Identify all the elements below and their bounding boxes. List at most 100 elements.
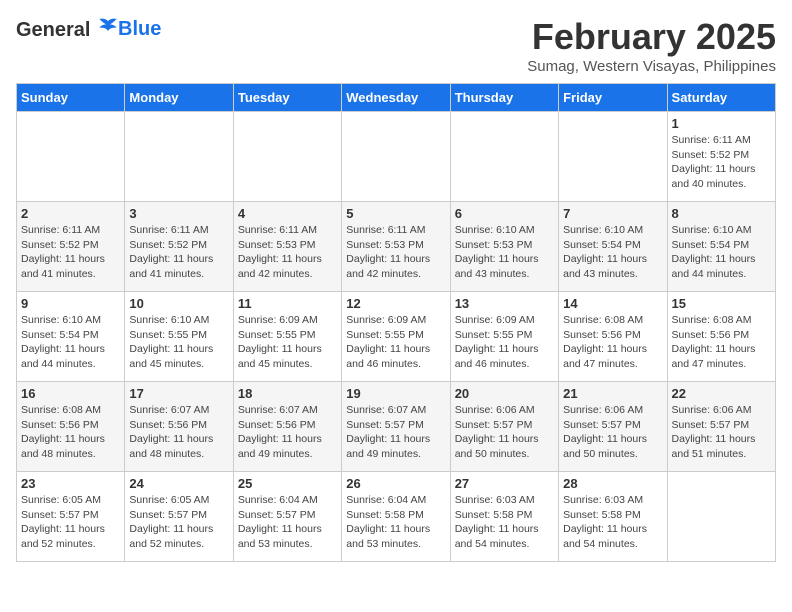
calendar-header-row: SundayMondayTuesdayWednesdayThursdayFrid… <box>17 84 776 112</box>
calendar-cell: 27Sunrise: 6:03 AM Sunset: 5:58 PM Dayli… <box>450 472 558 562</box>
day-number: 15 <box>672 296 771 311</box>
calendar-cell: 6Sunrise: 6:10 AM Sunset: 5:53 PM Daylig… <box>450 202 558 292</box>
logo-general-text: General <box>16 19 90 41</box>
calendar-cell: 7Sunrise: 6:10 AM Sunset: 5:54 PM Daylig… <box>559 202 667 292</box>
day-info: Sunrise: 6:11 AM Sunset: 5:52 PM Dayligh… <box>21 223 120 282</box>
day-info: Sunrise: 6:10 AM Sunset: 5:54 PM Dayligh… <box>21 313 120 372</box>
day-info: Sunrise: 6:05 AM Sunset: 5:57 PM Dayligh… <box>21 493 120 552</box>
calendar-cell <box>233 112 341 202</box>
weekday-header-thursday: Thursday <box>450 84 558 112</box>
day-number: 6 <box>455 206 554 221</box>
calendar-cell: 17 Sunrise: 6:07 AM Sunset: 5:56 PM Dayli… <box>125 382 233 472</box>
day-number: 16 <box>21 386 120 401</box>
calendar-cell <box>559 112 667 202</box>
day-number: 26 <box>346 476 445 491</box>
calendar-week-row: 1 Sunrise: 6:11 AM Sunset: 5:52 PM Daylig… <box>17 112 776 202</box>
day-info: Sunrise: 6:07 AM Sunset: 5:56 PM Dayligh… <box>129 403 228 462</box>
calendar-cell: 1 Sunrise: 6:11 AM Sunset: 5:52 PM Daylig… <box>667 112 775 202</box>
day-info: Sunrise: 6:06 AM Sunset: 5:57 PM Dayligh… <box>455 403 554 462</box>
logo-bird-icon <box>98 16 118 36</box>
day-number: 17 <box>129 386 228 401</box>
calendar-cell <box>342 112 450 202</box>
day-number: 10 <box>129 296 228 311</box>
calendar-cell: 2 Sunrise: 6:11 AM Sunset: 5:52 PM Daylig… <box>17 202 125 292</box>
day-number: 24 <box>129 476 228 491</box>
logo-blue-text: Blue <box>118 18 161 41</box>
day-number: 3 <box>129 206 228 221</box>
day-info: Sunrise: 6:10 AM Sunset: 5:54 PM Dayligh… <box>672 223 771 282</box>
calendar-week-row: 2 Sunrise: 6:11 AM Sunset: 5:52 PM Daylig… <box>17 202 776 292</box>
day-number: 8 <box>672 206 771 221</box>
month-title: February 2025 <box>527 16 776 58</box>
day-number: 18 <box>238 386 337 401</box>
day-number: 4 <box>238 206 337 221</box>
weekday-header-monday: Monday <box>125 84 233 112</box>
day-info: Sunrise: 6:03 AM Sunset: 5:58 PM Dayligh… <box>563 493 662 552</box>
day-info: Sunrise: 6:09 AM Sunset: 5:55 PM Dayligh… <box>455 313 554 372</box>
day-number: 21 <box>563 386 662 401</box>
calendar-cell: 9Sunrise: 6:10 AM Sunset: 5:54 PM Daylig… <box>17 292 125 382</box>
day-number: 12 <box>346 296 445 311</box>
calendar-cell: 21 Sunrise: 6:06 AM Sunset: 5:57 PM Dayli… <box>559 382 667 472</box>
calendar-cell: 16 Sunrise: 6:08 AM Sunset: 5:56 PM Dayli… <box>17 382 125 472</box>
day-number: 1 <box>672 116 771 131</box>
day-info: Sunrise: 6:10 AM Sunset: 5:55 PM Dayligh… <box>129 313 228 372</box>
calendar-cell: 10 Sunrise: 6:10 AM Sunset: 5:55 PM Dayli… <box>125 292 233 382</box>
calendar-cell: 3 Sunrise: 6:11 AM Sunset: 5:52 PM Daylig… <box>125 202 233 292</box>
calendar-week-row: 23 Sunrise: 6:05 AM Sunset: 5:57 PM Dayli… <box>17 472 776 562</box>
day-number: 23 <box>21 476 120 491</box>
day-info: Sunrise: 6:06 AM Sunset: 5:57 PM Dayligh… <box>563 403 662 462</box>
weekday-header-wednesday: Wednesday <box>342 84 450 112</box>
day-number: 28 <box>563 476 662 491</box>
calendar-cell: 12 Sunrise: 6:09 AM Sunset: 5:55 PM Dayli… <box>342 292 450 382</box>
day-number: 20 <box>455 386 554 401</box>
day-number: 13 <box>455 296 554 311</box>
logo-general: General <box>16 16 118 42</box>
day-info: Sunrise: 6:07 AM Sunset: 5:56 PM Dayligh… <box>238 403 337 462</box>
day-number: 14 <box>563 296 662 311</box>
day-info: Sunrise: 6:04 AM Sunset: 5:58 PM Dayligh… <box>346 493 445 552</box>
calendar-cell: 26 Sunrise: 6:04 AM Sunset: 5:58 PM Dayli… <box>342 472 450 562</box>
day-info: Sunrise: 6:06 AM Sunset: 5:57 PM Dayligh… <box>672 403 771 462</box>
calendar-cell: 20 Sunrise: 6:06 AM Sunset: 5:57 PM Dayli… <box>450 382 558 472</box>
calendar-cell: 22 Sunrise: 6:06 AM Sunset: 5:57 PM Dayli… <box>667 382 775 472</box>
calendar-cell <box>450 112 558 202</box>
day-info: Sunrise: 6:11 AM Sunset: 5:53 PM Dayligh… <box>346 223 445 282</box>
day-number: 19 <box>346 386 445 401</box>
day-number: 11 <box>238 296 337 311</box>
calendar-week-row: 16 Sunrise: 6:08 AM Sunset: 5:56 PM Dayli… <box>17 382 776 472</box>
day-info: Sunrise: 6:08 AM Sunset: 5:56 PM Dayligh… <box>563 313 662 372</box>
day-info: Sunrise: 6:09 AM Sunset: 5:55 PM Dayligh… <box>346 313 445 372</box>
calendar-cell: 14 Sunrise: 6:08 AM Sunset: 5:56 PM Dayli… <box>559 292 667 382</box>
calendar-cell: 28 Sunrise: 6:03 AM Sunset: 5:58 PM Dayli… <box>559 472 667 562</box>
weekday-header-tuesday: Tuesday <box>233 84 341 112</box>
day-info: Sunrise: 6:08 AM Sunset: 5:56 PM Dayligh… <box>672 313 771 372</box>
day-info: Sunrise: 6:11 AM Sunset: 5:52 PM Dayligh… <box>129 223 228 282</box>
day-info: Sunrise: 6:09 AM Sunset: 5:55 PM Dayligh… <box>238 313 337 372</box>
day-info: Sunrise: 6:11 AM Sunset: 5:52 PM Dayligh… <box>672 133 771 192</box>
calendar-cell: 19 Sunrise: 6:07 AM Sunset: 5:57 PM Dayli… <box>342 382 450 472</box>
calendar-cell: 4Sunrise: 6:11 AM Sunset: 5:53 PM Daylig… <box>233 202 341 292</box>
day-info: Sunrise: 6:07 AM Sunset: 5:57 PM Dayligh… <box>346 403 445 462</box>
day-info: Sunrise: 6:10 AM Sunset: 5:54 PM Dayligh… <box>563 223 662 282</box>
day-info: Sunrise: 6:03 AM Sunset: 5:58 PM Dayligh… <box>455 493 554 552</box>
calendar-week-row: 9Sunrise: 6:10 AM Sunset: 5:54 PM Daylig… <box>17 292 776 382</box>
calendar-cell: 24 Sunrise: 6:05 AM Sunset: 5:57 PM Dayli… <box>125 472 233 562</box>
calendar-cell: 15 Sunrise: 6:08 AM Sunset: 5:56 PM Dayli… <box>667 292 775 382</box>
calendar-cell: 8 Sunrise: 6:10 AM Sunset: 5:54 PM Daylig… <box>667 202 775 292</box>
calendar-cell <box>667 472 775 562</box>
day-info: Sunrise: 6:08 AM Sunset: 5:56 PM Dayligh… <box>21 403 120 462</box>
calendar-cell <box>17 112 125 202</box>
location-subtitle: Sumag, Western Visayas, Philippines <box>527 58 776 75</box>
page-header: General Blue February 2025 Sumag, Wester… <box>16 16 776 75</box>
calendar-cell: 11 Sunrise: 6:09 AM Sunset: 5:55 PM Dayli… <box>233 292 341 382</box>
calendar-cell: 13 Sunrise: 6:09 AM Sunset: 5:55 PM Dayli… <box>450 292 558 382</box>
day-info: Sunrise: 6:05 AM Sunset: 5:57 PM Dayligh… <box>129 493 228 552</box>
calendar-table: SundayMondayTuesdayWednesdayThursdayFrid… <box>16 83 776 562</box>
calendar-cell <box>125 112 233 202</box>
weekday-header-friday: Friday <box>559 84 667 112</box>
day-number: 2 <box>21 206 120 221</box>
logo: General Blue <box>16 16 161 42</box>
day-number: 22 <box>672 386 771 401</box>
day-info: Sunrise: 6:04 AM Sunset: 5:57 PM Dayligh… <box>238 493 337 552</box>
